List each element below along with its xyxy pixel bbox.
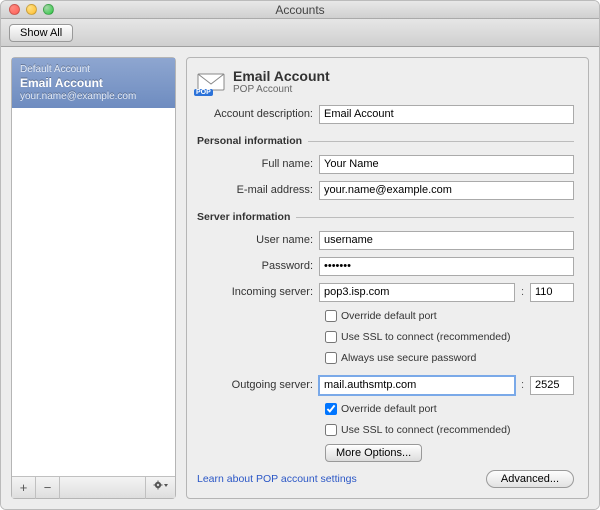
more-options-button[interactable]: More Options... <box>325 444 422 462</box>
zoom-icon[interactable] <box>43 4 54 15</box>
traffic-lights <box>1 4 54 15</box>
show-all-button[interactable]: Show All <box>9 24 73 42</box>
outgoing-ssl-label: Use SSL to connect (recommended) <box>341 424 510 436</box>
incoming-ssl-checkbox[interactable] <box>325 331 337 343</box>
accounts-window: Accounts Show All Default Account Email … <box>0 0 600 510</box>
incoming-port-sep: : <box>519 286 526 298</box>
outgoing-port-input[interactable] <box>530 376 574 395</box>
sidebar-item-default-account[interactable]: Default Account Email Account your.name@… <box>12 58 175 108</box>
section-server-info: Server information <box>197 211 574 223</box>
outgoing-ssl-checkbox[interactable] <box>325 424 337 436</box>
account-subtitle: POP Account <box>233 84 330 95</box>
email-input[interactable] <box>319 181 574 200</box>
titlebar: Accounts <box>1 1 599 19</box>
account-description-input[interactable] <box>319 105 574 124</box>
incoming-secure-pw-checkbox[interactable] <box>325 352 337 364</box>
label-account-description: Account description: <box>197 108 319 120</box>
account-form: Account description: Personal informatio… <box>197 103 574 462</box>
learn-pop-link[interactable]: Learn about POP account settings <box>197 473 357 485</box>
advanced-button[interactable]: Advanced... <box>486 470 574 488</box>
pane-footer: Learn about POP account settings Advance… <box>197 462 574 488</box>
incoming-server-input[interactable] <box>319 283 515 302</box>
gear-menu-button[interactable] <box>145 477 175 499</box>
sidebar-item-category: Default Account <box>20 64 167 75</box>
account-title: Email Account <box>233 68 330 84</box>
outgoing-server-input[interactable] <box>319 376 515 395</box>
remove-account-button[interactable]: − <box>36 477 60 499</box>
account-header: POP Email Account POP Account <box>197 68 574 95</box>
gear-icon <box>153 480 169 495</box>
content: Default Account Email Account your.name@… <box>1 47 599 509</box>
incoming-override-port-label: Override default port <box>341 310 437 322</box>
outgoing-override-port-checkbox[interactable] <box>325 403 337 415</box>
sidebar-item-sub: your.name@example.com <box>20 91 167 102</box>
password-input[interactable] <box>319 257 574 276</box>
accounts-sidebar: Default Account Email Account your.name@… <box>11 57 176 499</box>
pop-badge: POP <box>194 89 213 96</box>
full-name-input[interactable] <box>319 155 574 174</box>
label-incoming: Incoming server: <box>197 286 319 298</box>
minimize-icon[interactable] <box>26 4 37 15</box>
label-user-name: User name: <box>197 234 319 246</box>
outgoing-override-port-label: Override default port <box>341 403 437 415</box>
add-account-button[interactable]: + <box>12 477 36 499</box>
accounts-list[interactable]: Default Account Email Account your.name@… <box>12 58 175 476</box>
incoming-port-input[interactable] <box>530 283 574 302</box>
account-detail-pane: POP Email Account POP Account Account de… <box>186 57 589 499</box>
label-full-name: Full name: <box>197 158 319 170</box>
user-name-input[interactable] <box>319 231 574 250</box>
mail-pop-icon: POP <box>197 71 225 93</box>
toolbar: Show All <box>1 19 599 47</box>
sidebar-item-name: Email Account <box>20 76 167 90</box>
sidebar-footer: + − <box>12 476 175 498</box>
label-password: Password: <box>197 260 319 272</box>
label-email: E-mail address: <box>197 184 319 196</box>
label-outgoing: Outgoing server: <box>197 379 319 391</box>
outgoing-port-sep: : <box>519 379 526 391</box>
incoming-ssl-label: Use SSL to connect (recommended) <box>341 331 510 343</box>
incoming-override-port-checkbox[interactable] <box>325 310 337 322</box>
incoming-secure-pw-label: Always use secure password <box>341 352 476 364</box>
close-icon[interactable] <box>9 4 20 15</box>
window-title: Accounts <box>1 3 599 17</box>
section-personal-info: Personal information <box>197 135 574 147</box>
